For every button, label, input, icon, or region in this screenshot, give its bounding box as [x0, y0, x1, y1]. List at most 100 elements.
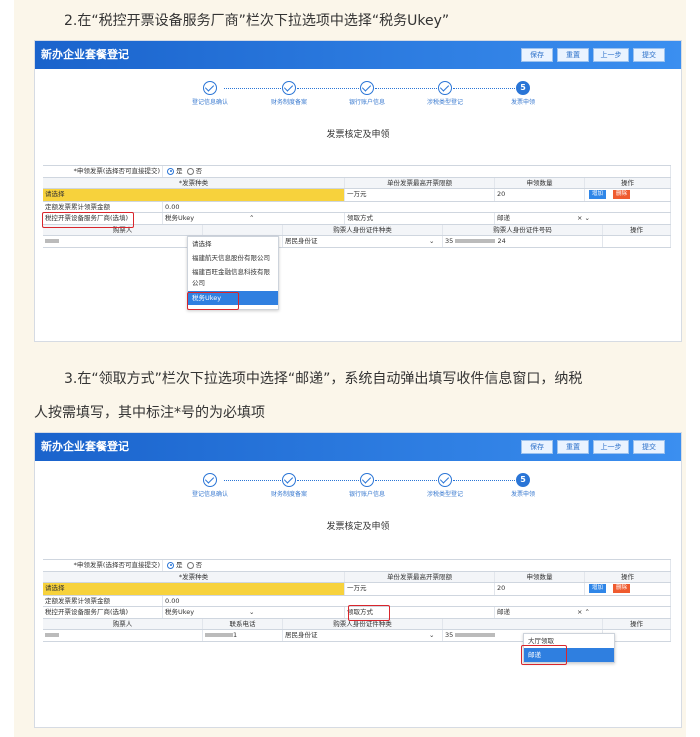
col-type: *发票种类 — [43, 572, 345, 582]
step2-heading: 2.在“税控开票设备服务厂商”栏次下拉选项中选择“税务Ukey” — [64, 13, 450, 29]
app-title: 新办企业套餐登记 — [41, 48, 129, 61]
limit-select[interactable]: 一万元 — [345, 189, 495, 201]
id-no-input[interactable]: 35 24 — [443, 236, 603, 247]
limit-select[interactable]: 一万元 — [345, 583, 495, 595]
prev-step-button[interactable]: 上一步 — [593, 440, 629, 454]
radio-no[interactable] — [186, 167, 194, 175]
step-3[interactable]: 银行账户信息 — [327, 81, 407, 106]
submit-button[interactable]: 提交 — [633, 440, 665, 454]
vendor-select[interactable]: 税务Ukey ⌄ — [163, 607, 345, 618]
apply-label: *申领发票(选择否可直接提交) — [43, 560, 163, 571]
radio-yes[interactable] — [167, 167, 174, 175]
step-5[interactable]: 5 发票申领 — [483, 81, 563, 106]
submit-button[interactable]: 提交 — [633, 48, 665, 62]
total-label: 定额发票累计领票金额 — [43, 202, 163, 212]
save-button[interactable]: 保存 — [521, 48, 553, 62]
add-button[interactable]: 增加 — [589, 584, 607, 593]
col-id-type: 购票人身份证件种类 — [283, 225, 443, 235]
check-icon — [203, 81, 217, 95]
vendor-label: 税控开票设备服务厂商(选填) — [43, 607, 163, 618]
radio-yes[interactable] — [167, 561, 174, 569]
step-progress: 登记信息确认 财务制度备案 银行账户信息 涉税类型登记 5 发票申领 — [35, 81, 681, 129]
add-button[interactable]: 增加 — [589, 190, 607, 199]
pickup-select[interactable]: 邮递 × ⌄ — [495, 213, 671, 224]
pickup-label: 领取方式 — [345, 213, 495, 224]
step-1[interactable]: 登记信息确认 — [170, 473, 250, 498]
total-value: 0.00 — [163, 202, 671, 212]
apply-radio-group[interactable]: 是 否 — [163, 560, 671, 571]
check-icon — [438, 81, 452, 95]
check-icon — [360, 81, 374, 95]
check-icon — [438, 473, 452, 487]
col-type: *发票种类 — [43, 178, 345, 188]
col-phone: 联系电话 — [203, 619, 283, 629]
delete-button[interactable]: 删除 — [613, 190, 631, 199]
qty-input[interactable]: 20 — [495, 189, 585, 201]
step-5[interactable]: 5 发票申领 — [483, 473, 563, 498]
col-phone-hidden — [203, 225, 283, 235]
vendor-select[interactable]: 税务Ukey ⌃ — [163, 213, 345, 224]
qty-input[interactable]: 20 — [495, 583, 585, 595]
total-value: 0.00 — [163, 596, 671, 606]
pickup-select[interactable]: 邮递 × ⌃ — [495, 607, 671, 618]
highlight-mail-option — [521, 645, 567, 665]
invoice-type-select[interactable]: 请选择 — [43, 583, 345, 595]
step3-heading-line2: 人按需填写，其中标注*号的为必填项 — [34, 405, 265, 421]
screenshot-vendor: 新办企业套餐登记 保存 重置 上一步 提交 登记信息确认 财务制度备案 银行账户… — [34, 40, 682, 342]
step-3[interactable]: 银行账户信息 — [327, 473, 407, 498]
check-icon — [360, 473, 374, 487]
chevron-up-icon: ⌃ — [249, 214, 255, 222]
step3-heading-line1: 3.在“领取方式”栏次下拉选项中选择“邮递”，系统自动弹出填写收件信息窗口，纳税 — [64, 371, 583, 387]
reset-button[interactable]: 重置 — [557, 440, 589, 454]
article-page: 2.在“税控开票设备服务厂商”栏次下拉选项中选择“税务Ukey” 新办企业套餐登… — [14, 0, 686, 737]
highlight-ukey-option — [187, 292, 239, 310]
apply-label: *申领发票(选择否可直接提交) — [43, 166, 163, 177]
step-4[interactable]: 涉税类型登记 — [405, 473, 485, 498]
vendor-option-placeholder[interactable]: 请选择 — [188, 237, 278, 251]
clear-icon[interactable]: × ⌄ — [577, 213, 590, 223]
id-type-select[interactable]: 居民身份证 ⌄ — [283, 236, 443, 247]
invoice-form: *申领发票(选择否可直接提交) 是 否 *发票种类 单份发票最高开票限额 申领数… — [43, 165, 671, 265]
col-op: 操作 — [585, 178, 671, 188]
col-buyer-op: 操作 — [603, 619, 671, 629]
check-icon — [282, 473, 296, 487]
buyer-name[interactable] — [43, 236, 203, 247]
chevron-down-icon: ⌄ — [249, 608, 255, 616]
col-qty: 申领数量 — [495, 572, 585, 582]
apply-radio-group[interactable]: 是 否 — [163, 166, 671, 177]
vendor-option-baiwang[interactable]: 福建百旺金融信息科技有限公司 — [188, 265, 278, 291]
step-progress: 登记信息确认 财务制度备案 银行账户信息 涉税类型登记 5 发票申领 — [35, 473, 681, 521]
app-title: 新办企业套餐登记 — [41, 440, 129, 453]
app-titlebar: 新办企业套餐登记 保存 重置 上一步 提交 — [35, 433, 681, 461]
id-type-select[interactable]: 居民身份证 ⌄ — [283, 630, 443, 641]
invoice-type-select[interactable]: 请选择 — [43, 189, 345, 201]
check-icon — [203, 473, 217, 487]
buyer-phone[interactable]: 1 — [203, 630, 283, 641]
col-limit: 单份发票最高开票限额 — [345, 178, 495, 188]
col-id-no — [443, 619, 603, 629]
vendor-option-aisino[interactable]: 福建航天信息股份有限公司 — [188, 251, 278, 265]
screenshot-pickup: 新办企业套餐登记 保存 重置 上一步 提交 登记信息确认 财务制度备案 银行账户… — [34, 432, 682, 728]
highlight-pickup-label — [348, 605, 390, 621]
buyer-name[interactable] — [43, 630, 203, 641]
col-qty: 申领数量 — [495, 178, 585, 188]
col-buyer: 购票人 — [43, 619, 203, 629]
step-1[interactable]: 登记信息确认 — [170, 81, 250, 106]
reset-button[interactable]: 重置 — [557, 48, 589, 62]
step-2[interactable]: 财务制度备案 — [249, 81, 329, 106]
check-icon — [282, 81, 296, 95]
app-titlebar: 新办企业套餐登记 保存 重置 上一步 提交 — [35, 41, 681, 69]
col-limit: 单份发票最高开票限额 — [345, 572, 495, 582]
col-buyer-op: 操作 — [603, 225, 671, 235]
col-id-no: 购票人身份证件号码 — [443, 225, 603, 235]
total-label: 定额发票累计领票金额 — [43, 596, 163, 606]
highlight-vendor-label — [42, 212, 134, 228]
step-2[interactable]: 财务制度备案 — [249, 473, 329, 498]
col-op: 操作 — [585, 572, 671, 582]
step-4[interactable]: 涉税类型登记 — [405, 81, 485, 106]
clear-icon[interactable]: × ⌃ — [577, 607, 590, 617]
save-button[interactable]: 保存 — [521, 440, 553, 454]
radio-no[interactable] — [186, 561, 194, 569]
prev-step-button[interactable]: 上一步 — [593, 48, 629, 62]
delete-button[interactable]: 删除 — [613, 584, 631, 593]
